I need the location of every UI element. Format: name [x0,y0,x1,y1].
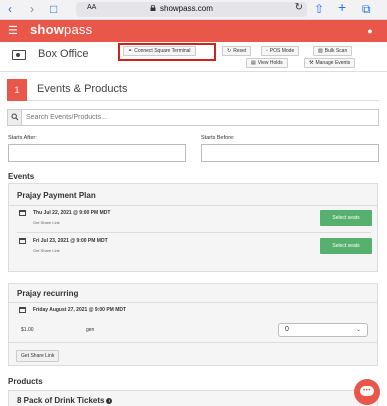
section-header: 1 Events & Products [7,79,379,101]
menu-icon[interactable]: ☰ [8,24,18,37]
divider [17,232,371,233]
divider [9,342,377,343]
user-icon[interactable]: ● [361,23,379,39]
product-title-wrap: 8 Pack of Drink Tickets i [17,396,113,405]
pos-label: POS Mode [269,48,295,54]
app-header: ☰ showpass ● [0,20,387,42]
info-icon[interactable]: i [106,398,113,404]
refresh-icon: ↻ [227,48,232,54]
forward-icon[interactable]: › [30,2,34,16]
reload-icon[interactable]: ↻ [295,2,303,13]
event-date: Fri Jul 23, 2021 @ 9:00 PM MDT [33,238,108,244]
bulk-label: Bulk Scan [324,48,348,54]
section-title: Events & Products [37,83,128,95]
url-text: showpass.com [160,4,213,13]
reset-button[interactable]: ↻ Reset [222,46,252,56]
box-office-icon [12,50,26,60]
bulk-scan-button[interactable]: ▧ Bulk Scan [313,46,353,56]
bookmarks-icon[interactable]: □ [50,2,57,16]
get-share-link-button[interactable]: Get Share Link [16,350,60,362]
search-icon [11,113,19,121]
holds-icon: ▤ [251,60,256,66]
share-link[interactable]: Get Share Link [33,248,60,253]
logo-bold: show [30,22,65,37]
tabs-icon[interactable]: ⧉ [362,2,371,16]
calendar-icon [19,210,26,216]
back-icon[interactable]: ‹ [8,2,12,16]
calendar-icon [19,307,26,313]
events-heading: Events [8,172,35,181]
chat-button[interactable]: ••• [354,379,380,405]
product-card: 8 Pack of Drink Tickets i [8,390,378,406]
pos-mode-button[interactable]: ▫ POS Mode [261,46,300,56]
search-button[interactable] [8,110,22,125]
starts-before-label: Starts Before: [201,135,235,141]
page-title: Box Office [38,48,89,60]
reset-label: Reset [233,48,247,54]
logo-light: pass [64,22,93,37]
share-icon[interactable]: ⇧ [314,2,324,16]
quantity-select[interactable]: 0 ⌄ [278,323,368,337]
event-card-payment-plan: Prajay Payment Plan Thu Jul 22, 2021 @ 9… [8,183,378,272]
quantity-value: 0 [285,326,289,333]
event-card-recurring: Prajay recurring Friday August 27, 2021 … [8,283,378,366]
wrench-icon: ⚒ [309,60,314,66]
manage-label: Manage Events [315,60,351,66]
starts-before-input[interactable] [201,144,379,162]
lock-icon [150,5,156,11]
event-date: Thu Jul 22, 2021 @ 9:00 PM MDT [33,210,111,216]
starts-after-label: Starts After: [8,135,37,141]
event-title: Prajay Payment Plan [17,191,96,200]
scan-icon: ▧ [318,48,323,54]
highlight-box [118,43,216,61]
event-date: Friday August 27, 2021 @ 9:00 PM MDT [33,307,127,313]
section-number: 1 [7,79,27,101]
browser-toolbar: ‹ › □ AA showpass.com ↻ ⇧ + ⧉ [0,0,387,20]
select-seats-button[interactable]: Select seats [320,238,372,254]
products-heading: Products [8,377,43,386]
share-link[interactable]: Get Share Link [33,220,60,225]
address-bar[interactable]: AA showpass.com ↻ [76,2,307,17]
divider [9,302,377,303]
ticket-price: $1.00 [21,327,34,333]
view-holds-button[interactable]: ▤ View Holds [246,58,288,68]
manage-events-button[interactable]: ⚒ Manage Events [304,58,356,68]
divider [9,205,377,206]
search-box [7,109,379,126]
select-seats-button[interactable]: Select seats [320,210,372,226]
ticket-name: gen [86,327,95,333]
logo[interactable]: showpass [30,22,92,37]
chat-dots: ••• [363,388,371,394]
new-tab-icon[interactable]: + [338,0,346,14]
holds-label: View Holds [257,60,283,66]
product-title: 8 Pack of Drink Tickets [17,396,105,405]
chevron-down-icon: ⌄ [355,327,361,333]
pos-icon: ▫ [266,48,268,54]
reader-button[interactable]: AA [87,4,96,11]
search-input[interactable] [26,112,366,123]
calendar-icon [19,238,26,244]
event-title: Prajay recurring [17,289,79,298]
starts-after-input[interactable] [8,144,186,162]
